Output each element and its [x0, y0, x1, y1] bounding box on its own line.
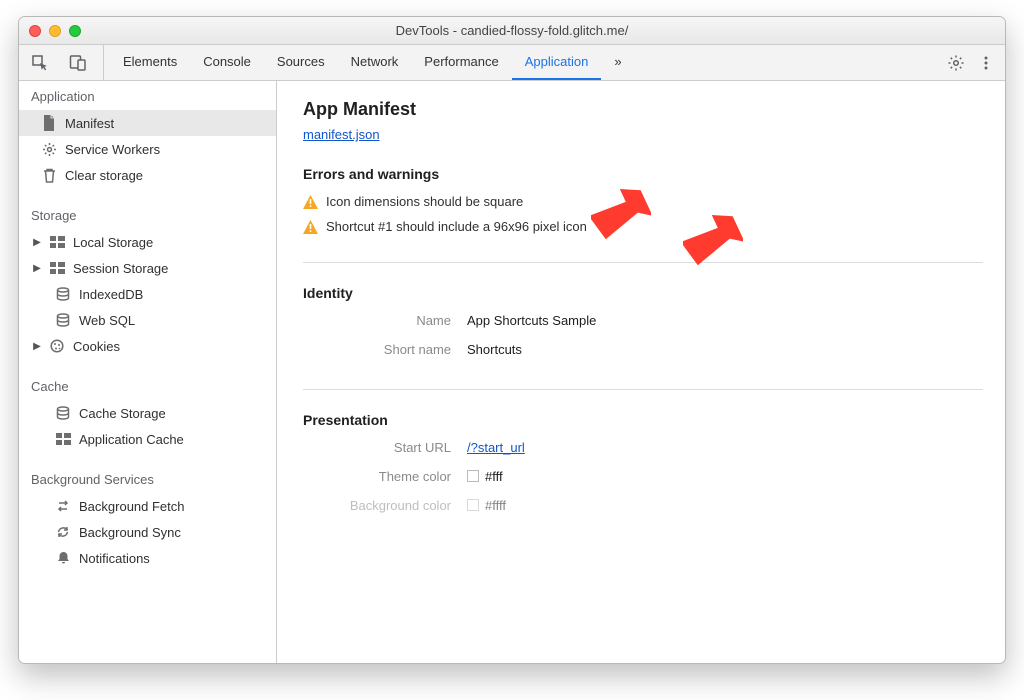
tabs-overflow[interactable]: »: [601, 45, 634, 80]
sidebar-item-label: Service Workers: [65, 142, 160, 157]
sidebar-item-label: Cookies: [73, 339, 120, 354]
identity-short-value: Shortcuts: [467, 342, 522, 357]
start-url-link[interactable]: /?start_url: [467, 440, 525, 455]
sidebar-item-cache-storage[interactable]: Cache Storage: [19, 400, 276, 426]
sidebar-group-application: Application: [19, 81, 276, 110]
warning-icon: [303, 195, 318, 209]
sidebar-item-label: Clear storage: [65, 168, 143, 183]
tab-application[interactable]: Application: [512, 45, 602, 80]
sync-icon: [55, 524, 71, 540]
sidebar-item-label: Cache Storage: [79, 406, 166, 421]
warning-row: Icon dimensions should be square: [303, 194, 983, 209]
sidebar-item-notifications[interactable]: Notifications: [19, 545, 276, 571]
sidebar-item-label: Local Storage: [73, 235, 153, 250]
sidebar-item-websql[interactable]: Web SQL: [19, 307, 276, 333]
sidebar-item-indexeddb[interactable]: IndexedDB: [19, 281, 276, 307]
page-title: App Manifest: [303, 99, 983, 120]
gear-icon: [41, 141, 57, 157]
sidebar-item-background-sync[interactable]: Background Sync: [19, 519, 276, 545]
sidebar-item-label: Notifications: [79, 551, 150, 566]
sidebar-item-label: Web SQL: [79, 313, 135, 328]
sidebar-item-label: Application Cache: [79, 432, 184, 447]
sidebar-item-local-storage[interactable]: ▶ Local Storage: [19, 229, 276, 255]
sidebar-group-background: Background Services: [19, 464, 276, 493]
devtools-window: DevTools - candied-flossy-fold.glitch.me…: [18, 16, 1006, 664]
sidebar-group-cache: Cache: [19, 371, 276, 400]
titlebar: DevTools - candied-flossy-fold.glitch.me…: [19, 17, 1005, 45]
sidebar-item-label: IndexedDB: [79, 287, 143, 302]
devtools-toolbar: Elements Console Sources Network Perform…: [19, 45, 1005, 81]
trash-icon: [41, 167, 57, 183]
kebab-menu-icon[interactable]: [975, 50, 997, 76]
grid-icon: [49, 260, 65, 276]
chevron-right-icon: ▶: [33, 341, 41, 352]
device-toggle-icon[interactable]: [65, 50, 91, 76]
grid-icon: [49, 234, 65, 250]
main-panel: App Manifest manifest.json Errors and wa…: [277, 81, 1005, 663]
tab-network[interactable]: Network: [338, 45, 412, 80]
gear-icon[interactable]: [943, 50, 969, 76]
sidebar-item-session-storage[interactable]: ▶ Session Storage: [19, 255, 276, 281]
color-swatch: [467, 499, 479, 511]
theme-color-value: #fff: [467, 469, 503, 484]
tab-elements[interactable]: Elements: [110, 45, 190, 80]
tab-console[interactable]: Console: [190, 45, 264, 80]
sidebar-item-label: Background Fetch: [79, 499, 185, 514]
database-icon: [55, 286, 71, 302]
bell-icon: [55, 550, 71, 566]
database-icon: [55, 312, 71, 328]
theme-color-label: Theme color: [303, 469, 467, 484]
presentation-heading: Presentation: [303, 412, 983, 428]
color-swatch: [467, 470, 479, 482]
window-title: DevTools - candied-flossy-fold.glitch.me…: [19, 23, 1005, 38]
swap-icon: [55, 498, 71, 514]
grid-icon: [55, 431, 71, 447]
identity-heading: Identity: [303, 285, 983, 301]
panel-tabs: Elements Console Sources Network Perform…: [110, 45, 635, 80]
warning-icon: [303, 220, 318, 234]
sidebar-item-clear-storage[interactable]: Clear storage: [19, 162, 276, 188]
tab-sources[interactable]: Sources: [264, 45, 338, 80]
tab-performance[interactable]: Performance: [411, 45, 511, 80]
background-color-label: Background color: [303, 498, 467, 513]
sidebar-item-label: Session Storage: [73, 261, 168, 276]
chevron-right-icon: ▶: [33, 237, 41, 248]
identity-short-label: Short name: [303, 342, 467, 357]
chevron-right-icon: ▶: [33, 263, 41, 274]
start-url-label: Start URL: [303, 440, 467, 455]
sidebar-item-manifest[interactable]: Manifest: [19, 110, 276, 136]
identity-name-label: Name: [303, 313, 467, 328]
cookie-icon: [49, 338, 65, 354]
sidebar-item-application-cache[interactable]: Application Cache: [19, 426, 276, 452]
background-color-value: #ffff: [467, 498, 506, 513]
sidebar-item-background-fetch[interactable]: Background Fetch: [19, 493, 276, 519]
sidebar-item-cookies[interactable]: ▶ Cookies: [19, 333, 276, 359]
identity-name-value: App Shortcuts Sample: [467, 313, 596, 328]
file-icon: [41, 115, 57, 131]
manifest-link[interactable]: manifest.json: [303, 127, 380, 142]
warning-text: Shortcut #1 should include a 96x96 pixel…: [326, 219, 587, 234]
sidebar-group-storage: Storage: [19, 200, 276, 229]
errors-heading: Errors and warnings: [303, 166, 983, 182]
sidebar-item-label: Manifest: [65, 116, 114, 131]
warning-text: Icon dimensions should be square: [326, 194, 523, 209]
warning-row: Shortcut #1 should include a 96x96 pixel…: [303, 219, 983, 234]
database-icon: [55, 405, 71, 421]
sidebar: Application Manifest Service Workers Cle…: [19, 81, 277, 663]
inspect-element-icon[interactable]: [27, 50, 53, 76]
sidebar-item-service-workers[interactable]: Service Workers: [19, 136, 276, 162]
sidebar-item-label: Background Sync: [79, 525, 181, 540]
